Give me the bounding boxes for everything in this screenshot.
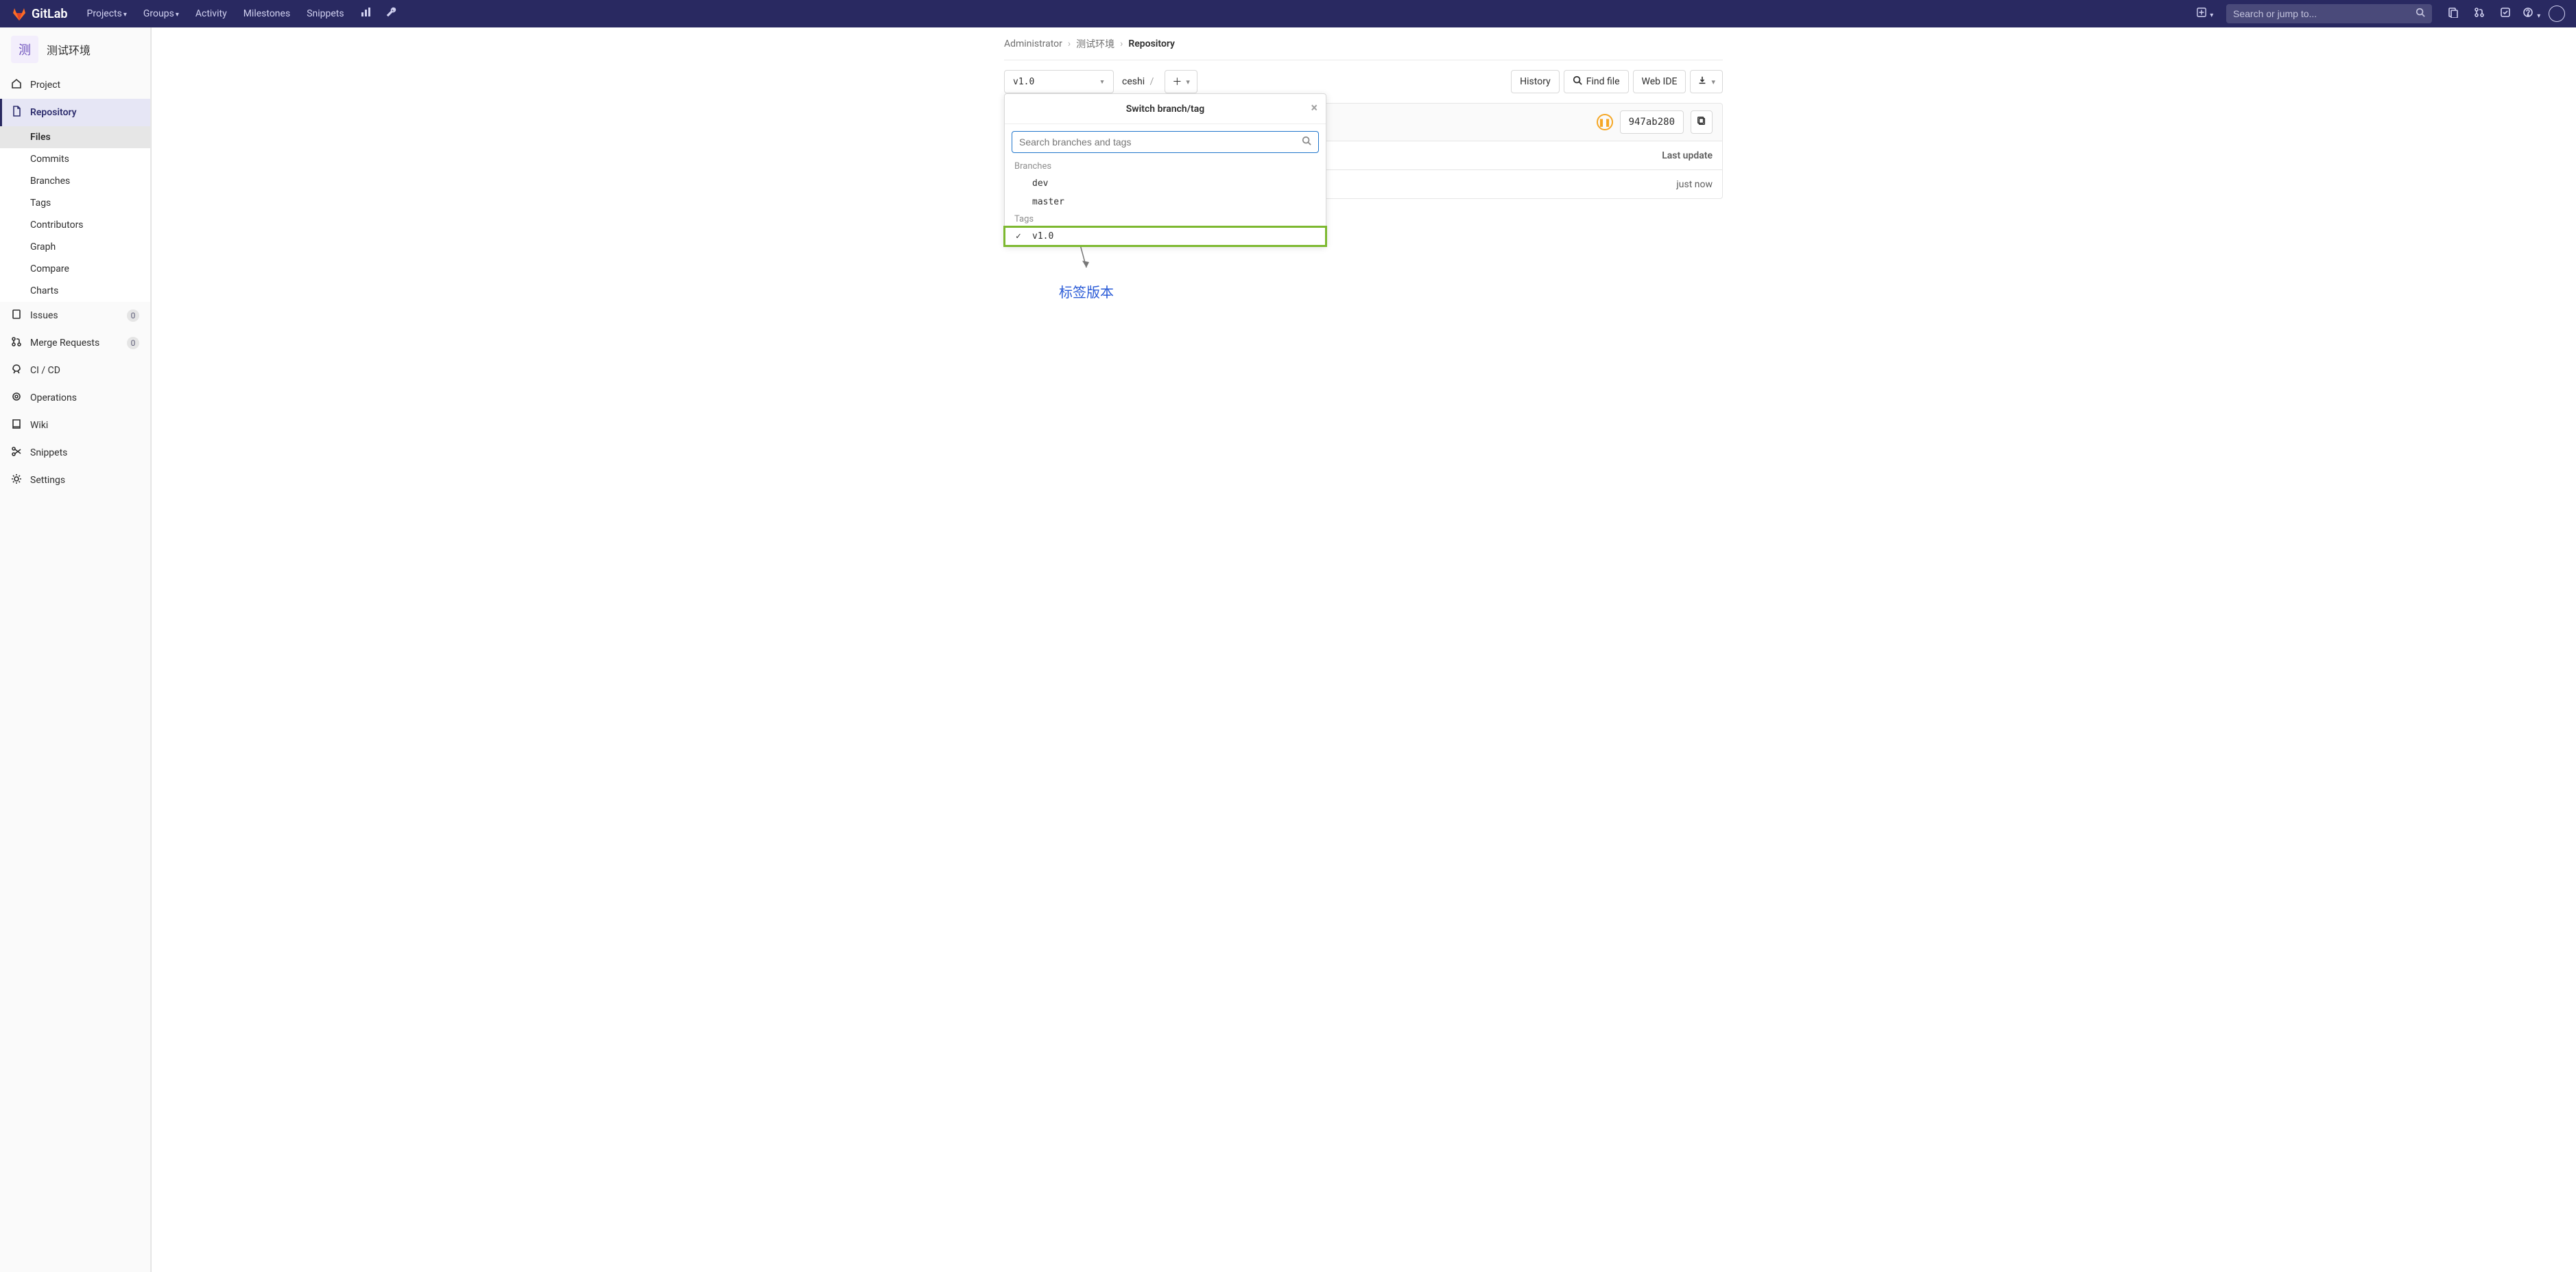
breadcrumb: Administrator › 测试环境 › Repository — [1004, 27, 1723, 60]
repo-path: ceshi / — [1118, 76, 1160, 87]
add-file-dropdown[interactable]: ＋ ▾ — [1165, 70, 1197, 93]
chevron-right-icon: › — [1068, 38, 1071, 49]
merge-request-icon — [11, 336, 22, 350]
breadcrumb-page: Repository — [1128, 38, 1175, 49]
ref-selector[interactable]: v1.0 ▾ — [1004, 70, 1114, 93]
nav-snippets[interactable]: Snippets — [300, 0, 350, 27]
sidebar-sub-tags[interactable]: Tags — [0, 192, 150, 214]
chevron-down-icon: ▾ — [2210, 12, 2213, 19]
sidebar-sub-compare[interactable]: Compare — [0, 258, 150, 280]
nav-groups[interactable]: Groups▾ — [136, 0, 186, 27]
help-dropdown[interactable]: ▾ — [2520, 7, 2543, 21]
chevron-down-icon: ▾ — [2537, 12, 2540, 20]
search-input[interactable] — [2233, 8, 2416, 19]
cloud-gear-icon — [11, 391, 22, 405]
nav-milestones[interactable]: Milestones — [237, 0, 298, 27]
plus-dropdown[interactable]: ▾ — [2193, 8, 2217, 20]
scissors-icon — [11, 446, 22, 460]
user-avatar[interactable] — [2549, 5, 2565, 22]
search-icon — [1302, 136, 1311, 148]
repo-toolbar: v1.0 ▾ ceshi / ＋ ▾ History Find fi — [1004, 60, 1723, 103]
path-root[interactable]: ceshi — [1122, 76, 1145, 87]
brand-logo[interactable]: GitLab — [11, 5, 68, 22]
chevron-down-icon: ▾ — [1099, 77, 1105, 87]
nav-activity[interactable]: Activity — [189, 0, 234, 27]
sidebar-item-operations[interactable]: Operations — [0, 384, 150, 412]
project-header[interactable]: 测 测试环境 — [0, 27, 150, 71]
download-icon — [1697, 75, 1707, 88]
web-ide-button[interactable]: Web IDE — [1633, 70, 1686, 93]
sidebar-item-repository[interactable]: Repository — [0, 99, 150, 126]
pipeline-pending-icon[interactable]: ❚❚ — [1597, 114, 1613, 130]
issues-icon[interactable] — [2442, 7, 2465, 21]
sidebar-sub-branches[interactable]: Branches — [0, 170, 150, 192]
sidebar-sub-charts[interactable]: Charts — [0, 280, 150, 302]
issues-icon — [11, 309, 22, 322]
clipboard-icon — [1697, 116, 1706, 128]
breadcrumb-owner[interactable]: Administrator — [1004, 38, 1062, 49]
sidebar: 测 测试环境 Project Repository Files Commits … — [0, 27, 151, 1272]
branch-item-master[interactable]: master — [1005, 193, 1326, 211]
sidebar-item-wiki[interactable]: Wiki — [0, 412, 150, 439]
gear-icon — [11, 473, 22, 487]
sidebar-item-project[interactable]: Project — [0, 71, 150, 99]
annotation-text: 标签版本 — [1059, 281, 1114, 301]
plus-icon: ＋ — [1172, 75, 1182, 89]
project-avatar: 测 — [11, 36, 38, 63]
brand-name: GitLab — [32, 7, 68, 21]
commit-sha[interactable]: 947ab280 — [1620, 110, 1684, 134]
sidebar-sub-files[interactable]: Files — [0, 126, 150, 148]
chevron-down-icon: ▾ — [123, 11, 127, 19]
dropdown-title: Switch branch/tag — [1126, 104, 1204, 115]
wrench-icon[interactable] — [380, 7, 403, 21]
rocket-icon — [11, 364, 22, 377]
switch-ref-dropdown: Switch branch/tag × Branches dev master … — [1004, 93, 1326, 246]
nav-projects[interactable]: Projects▾ — [80, 0, 134, 27]
search-icon — [1573, 75, 1582, 88]
sidebar-item-merge-requests[interactable]: Merge Requests 0 — [0, 329, 150, 357]
dropdown-branches-label: Branches — [1005, 158, 1326, 174]
close-icon[interactable]: × — [1311, 101, 1317, 115]
chart-icon[interactable] — [354, 7, 377, 21]
dropdown-tags-label: Tags — [1005, 211, 1326, 227]
sidebar-sub-contributors[interactable]: Contributors — [0, 214, 150, 236]
tag-item-v1[interactable]: v1.0 — [1005, 227, 1326, 246]
breadcrumb-project[interactable]: 测试环境 — [1076, 37, 1114, 51]
find-file-button[interactable]: Find file — [1564, 70, 1629, 93]
copy-sha-button[interactable] — [1691, 110, 1713, 134]
chevron-down-icon: ▾ — [1711, 78, 1715, 86]
download-dropdown[interactable]: ▾ — [1690, 70, 1723, 93]
branch-item-dev[interactable]: dev — [1005, 174, 1326, 193]
main-content: Administrator › 测试环境 › Repository v1.0 ▾… — [151, 27, 2576, 1272]
sidebar-item-issues[interactable]: Issues 0 — [0, 302, 150, 329]
search-icon — [2416, 8, 2425, 20]
mr-count-badge: 0 — [127, 337, 139, 349]
sidebar-item-settings[interactable]: Settings — [0, 467, 150, 494]
sidebar-sub-graph[interactable]: Graph — [0, 236, 150, 258]
sidebar-sub-commits[interactable]: Commits — [0, 148, 150, 170]
gitlab-logo-icon — [11, 5, 27, 22]
merge-request-icon[interactable] — [2468, 7, 2491, 21]
chevron-right-icon: › — [1120, 38, 1123, 49]
dropdown-search-input[interactable] — [1019, 137, 1302, 148]
sidebar-item-cicd[interactable]: CI / CD — [0, 357, 150, 384]
cell-last-update: just now — [1676, 179, 1713, 190]
book-icon — [11, 419, 22, 432]
col-last-update: Last update — [1662, 150, 1713, 161]
home-icon — [11, 78, 22, 92]
dropdown-search[interactable] — [1012, 131, 1319, 153]
top-navbar: GitLab Projects▾ Groups▾ Activity Milest… — [0, 0, 2576, 27]
chevron-down-icon: ▾ — [1186, 78, 1190, 86]
chevron-down-icon: ▾ — [176, 11, 179, 19]
file-icon — [11, 106, 22, 119]
issues-count-badge: 0 — [127, 309, 139, 322]
project-name: 测试环境 — [47, 41, 91, 58]
history-button[interactable]: History — [1511, 70, 1560, 93]
global-search[interactable] — [2226, 4, 2432, 23]
repository-subnav: Files Commits Branches Tags Contributors… — [0, 126, 150, 302]
todos-icon[interactable] — [2494, 7, 2517, 21]
sidebar-item-snippets[interactable]: Snippets — [0, 439, 150, 467]
